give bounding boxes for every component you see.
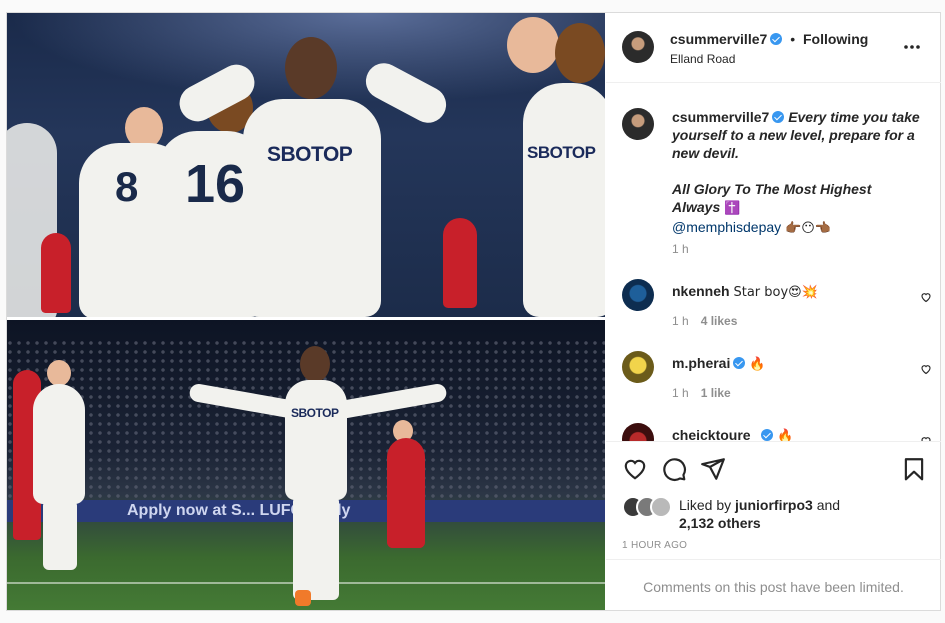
caption-text: csummerville7 Every time you take yourse…	[672, 108, 922, 238]
shirt-number-16: 16	[185, 154, 246, 214]
comment-time: 1 h	[672, 314, 689, 328]
sponsor-text: SBOTOP	[527, 143, 596, 162]
author-avatar[interactable]	[622, 31, 654, 63]
liker-avatar	[650, 496, 672, 518]
comment-body: 🔥	[777, 429, 794, 441]
caption-avatar[interactable]	[622, 108, 654, 140]
commenter-avatar[interactable]	[622, 423, 654, 441]
photo-celebration-top: 8 16 SBOTOP SBOTOP	[7, 13, 605, 317]
shirt-number-8: 8	[115, 163, 139, 210]
caption-time: 1 h	[672, 242, 689, 256]
following-button[interactable]: Following	[803, 31, 868, 47]
verified-badge-icon	[770, 33, 783, 45]
send-icon[interactable]	[700, 456, 726, 482]
teammate-head	[507, 17, 559, 73]
liked-by-prefix: Liked by	[679, 497, 732, 513]
main-player-head	[285, 37, 337, 99]
verified-badge-icon	[733, 357, 746, 369]
heart-icon[interactable]	[622, 456, 648, 482]
main-player-legs	[293, 496, 339, 600]
commenter-avatar[interactable]	[622, 279, 654, 311]
verified-badge-icon	[772, 111, 785, 123]
likes-count[interactable]: 2,132 others	[679, 515, 761, 531]
comment-item: m.pherai 🔥 1 h 1 like	[622, 351, 932, 401]
comment-text: m.pherai 🔥	[672, 354, 922, 374]
comment-item: nkenneh Star boy😍💥 1 h 4 likes	[622, 279, 932, 329]
comment-meta: 1 h 4 likes	[672, 314, 737, 328]
sponsor-text: SBOTOP	[291, 406, 339, 420]
sponsor-text: SBOTOP	[267, 143, 353, 166]
comment-icon[interactable]	[661, 456, 687, 482]
author-line: csummerville7 • Following	[670, 31, 868, 47]
main-player-shirt	[243, 99, 381, 317]
comment-text: cheicktoure_ 🔥	[672, 426, 922, 441]
comment-text: nkenneh Star boy😍💥	[672, 282, 922, 302]
bookmark-icon[interactable]	[901, 456, 927, 482]
caption-line-2: All Glory To The Most Highest Always	[672, 181, 872, 215]
author-username[interactable]: csummerville7	[670, 31, 767, 47]
heart-icon[interactable]	[920, 291, 932, 303]
post-header: csummerville7 • Following Elland Road	[606, 13, 941, 83]
post-location[interactable]: Elland Road	[670, 52, 735, 66]
post-media[interactable]: 8 16 SBOTOP SBOTOP Apply now at S... LUF…	[7, 13, 605, 610]
post-timestamp[interactable]: 1 HOUR AGO	[622, 540, 687, 551]
post-actions: Liked by juniorfirpo3 and 2,132 others 1…	[606, 441, 941, 610]
teammate-shirt	[33, 384, 85, 504]
heart-icon[interactable]	[920, 363, 932, 375]
commenter-username[interactable]: cheicktoure_	[672, 427, 758, 441]
comments-list[interactable]: csummerville7 Every time you take yourse…	[606, 84, 941, 441]
cross-emoji: ✝️	[724, 201, 741, 216]
liked-by-username[interactable]: juniorfirpo3	[735, 497, 813, 513]
post-side-panel: csummerville7 • Following Elland Road cs…	[606, 13, 941, 610]
teammate-head	[555, 23, 605, 83]
commenter-avatar[interactable]	[622, 351, 654, 383]
opponent-player	[41, 233, 71, 313]
more-horizontal-icon[interactable]	[903, 39, 921, 50]
commenter-username[interactable]: m.pherai	[672, 355, 730, 371]
teammate-legs	[43, 500, 77, 570]
comment-item: cheicktoure_ 🔥	[622, 423, 932, 441]
main-player-head	[300, 346, 330, 382]
opponent-player	[443, 218, 477, 308]
liked-by-text: Liked by juniorfirpo3 and 2,132 others	[679, 496, 919, 532]
comment-time: 1 h	[672, 386, 689, 400]
commenter-username[interactable]: nkenneh	[672, 283, 730, 299]
instagram-post: 8 16 SBOTOP SBOTOP Apply now at S... LUF…	[6, 12, 941, 611]
comments-limited-notice: Comments on this post have been limited.	[606, 559, 941, 611]
caption-emojis: 👉🏾😶👈🏾	[785, 221, 831, 236]
liked-avatars[interactable]	[622, 496, 672, 518]
teammate-shirt	[523, 83, 605, 317]
main-player-shirt	[285, 380, 347, 500]
photo-celebration-bottom: Apply now at S... LUFC Apply SBOTOP	[7, 320, 605, 610]
comment-meta: 1 h 1 like	[672, 386, 731, 400]
verified-badge-icon	[761, 429, 774, 441]
teammate-head	[47, 360, 71, 386]
comment-body: 🔥	[749, 357, 766, 372]
comment-likes[interactable]: 4 likes	[701, 314, 738, 328]
liked-by-and: and	[816, 497, 841, 513]
separator-dot: •	[790, 31, 796, 47]
comment-body: Star boy😍💥	[733, 285, 818, 300]
boot	[295, 590, 311, 606]
post-caption: csummerville7 Every time you take yourse…	[622, 108, 932, 256]
opponent-player	[387, 438, 425, 548]
mention-link[interactable]: @memphisdepay	[672, 219, 781, 235]
comment-likes[interactable]: 1 like	[701, 386, 731, 400]
caption-username[interactable]: csummerville7	[672, 109, 769, 125]
